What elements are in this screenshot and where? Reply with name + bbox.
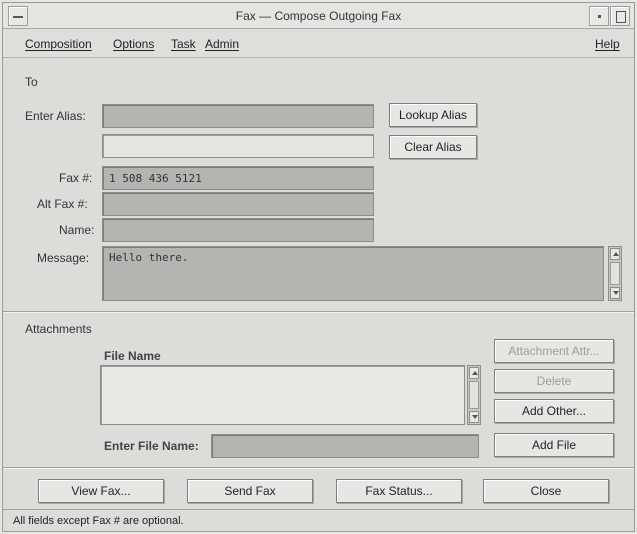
lookup-alias-button[interactable]: Lookup Alias [389, 103, 477, 127]
to-heading: To [25, 75, 38, 89]
alt-fax-label: Alt Fax #: [37, 197, 88, 211]
alias-secondary-field[interactable] [102, 134, 374, 158]
menu-help[interactable]: Help [595, 37, 620, 51]
actions-divider [3, 467, 634, 469]
enter-file-name-field[interactable] [211, 434, 479, 458]
menu-bar: Composition Options Task Admin Help [3, 30, 634, 58]
menu-options[interactable]: Options [113, 37, 154, 51]
enter-alias-field[interactable] [102, 104, 374, 128]
attachments-scrollbar[interactable] [467, 365, 481, 425]
section-divider [3, 311, 634, 313]
alias-secondary-input[interactable] [103, 135, 373, 157]
view-fax-button[interactable]: View Fax... [38, 479, 164, 503]
name-input[interactable] [103, 219, 373, 241]
message-scrollbar[interactable] [608, 246, 622, 301]
add-file-button[interactable]: Add File [494, 433, 614, 457]
message-field[interactable]: Hello there. [102, 246, 604, 301]
enter-file-name-input[interactable] [212, 435, 478, 457]
scroll-down-icon[interactable] [469, 411, 479, 423]
delete-button[interactable]: Delete [494, 369, 614, 393]
menu-task[interactable]: Task [171, 37, 196, 51]
fax-compose-window: Fax — Compose Outgoing Fax Composition O… [2, 2, 635, 532]
status-text: All fields except Fax # are optional. [13, 515, 184, 527]
status-bar: All fields except Fax # are optional. [3, 509, 634, 531]
close-button[interactable]: Close [483, 479, 609, 503]
attachments-list[interactable] [100, 365, 465, 425]
scroll-down-icon[interactable] [610, 287, 620, 299]
scroll-thumb[interactable] [469, 381, 479, 409]
name-label: Name: [59, 223, 95, 237]
enter-alias-label: Enter Alias: [25, 109, 86, 123]
alt-fax-input[interactable] [103, 193, 373, 215]
scroll-up-icon[interactable] [610, 248, 620, 260]
menu-admin[interactable]: Admin [205, 37, 239, 51]
fax-status-button[interactable]: Fax Status... [336, 479, 462, 503]
message-textarea[interactable]: Hello there. [103, 247, 603, 300]
minimize-icon[interactable] [589, 6, 609, 26]
enter-alias-input[interactable] [103, 105, 373, 127]
name-field[interactable] [102, 218, 374, 242]
scroll-up-icon[interactable] [469, 367, 479, 379]
title-bar: Fax — Compose Outgoing Fax [3, 3, 634, 29]
send-fax-button[interactable]: Send Fax [187, 479, 313, 503]
message-label: Message: [37, 251, 90, 265]
attachments-heading: Attachments [25, 322, 92, 336]
add-other-button[interactable]: Add Other... [494, 399, 614, 423]
fax-number-field[interactable] [102, 166, 374, 190]
clear-alias-button[interactable]: Clear Alias [389, 135, 477, 159]
alt-fax-field[interactable] [102, 192, 374, 216]
maximize-icon[interactable] [610, 6, 630, 26]
menu-composition[interactable]: Composition [25, 37, 92, 51]
scroll-thumb[interactable] [610, 262, 620, 285]
attachment-attr-button[interactable]: Attachment Attr... [494, 339, 614, 363]
fax-number-input[interactable] [103, 167, 373, 189]
window-title: Fax — Compose Outgoing Fax [235, 9, 402, 23]
enter-file-name-label: Enter File Name: [104, 439, 199, 453]
file-name-header: File Name [104, 349, 161, 363]
fax-number-label: Fax #: [59, 171, 93, 185]
